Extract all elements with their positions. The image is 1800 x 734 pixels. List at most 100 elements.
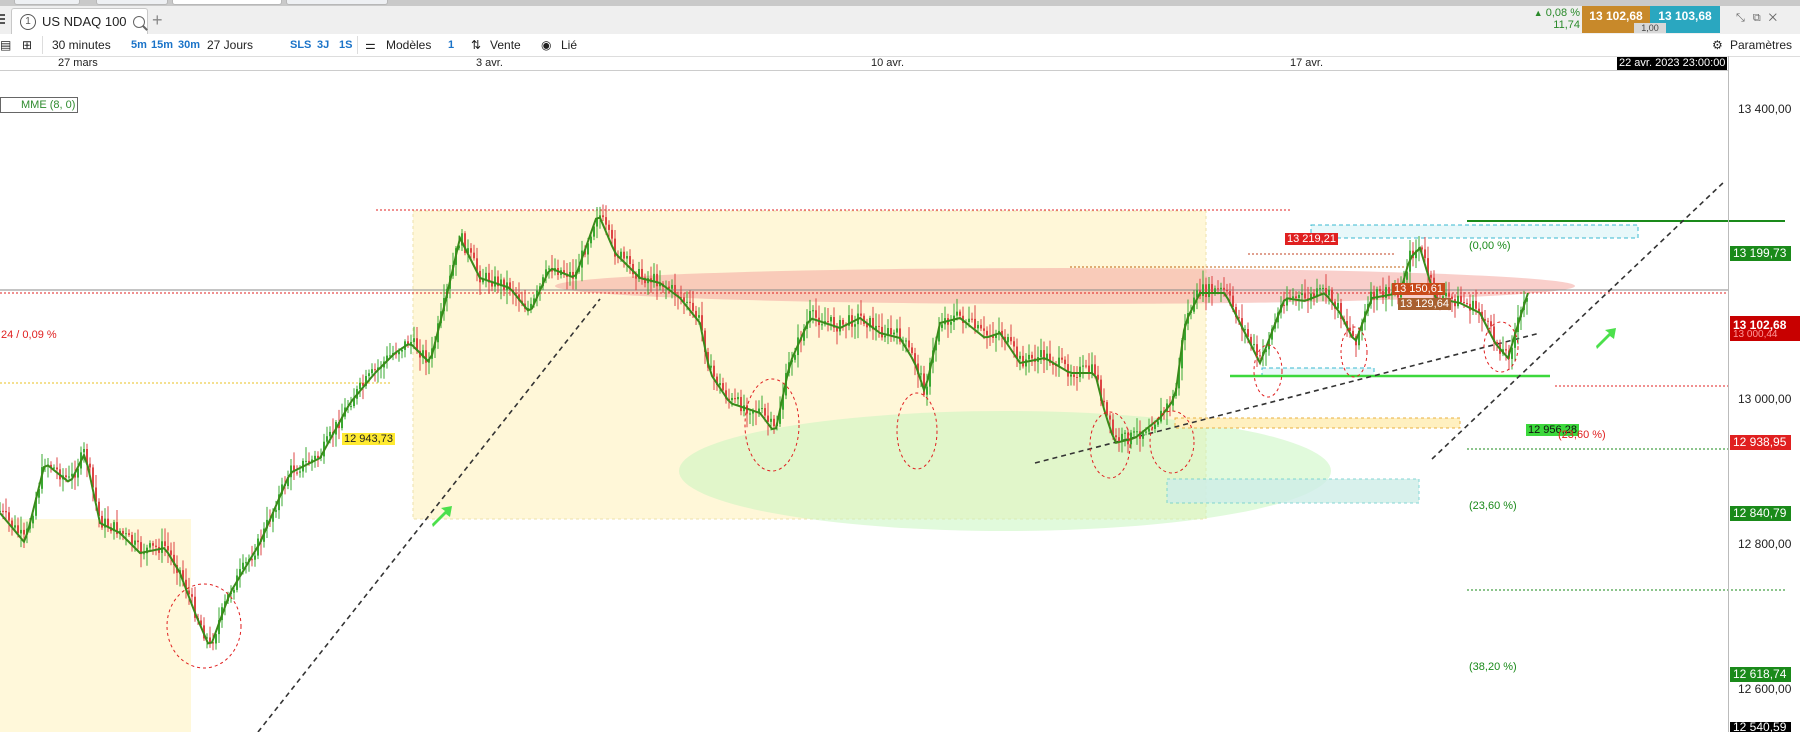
linked-button[interactable]: Lié <box>561 38 577 52</box>
candle-body <box>1451 296 1453 300</box>
price-chart[interactable] <box>0 71 1800 732</box>
browser-tab[interactable] <box>96 0 168 5</box>
candle-body <box>968 318 970 323</box>
minimize-icon[interactable]: ⤡ <box>1736 12 1753 24</box>
candle-body <box>671 284 673 289</box>
candle-body <box>770 418 772 422</box>
models-icon[interactable]: ⚌ <box>365 38 376 52</box>
candle-body <box>641 268 643 278</box>
candle-body <box>1457 295 1459 307</box>
indicator-legend[interactable]: MME (8, 0) <box>0 97 79 113</box>
candle-body <box>1079 366 1081 378</box>
time-axis: 27 mars 3 avr. 10 avr. 17 avr. 22 avr. 2… <box>0 57 1728 71</box>
sell-button[interactable]: Vente <box>490 38 521 52</box>
search-icon[interactable] <box>132 15 145 28</box>
list-icon[interactable]: ▤ <box>0 38 11 52</box>
browser-tab[interactable] <box>14 0 80 5</box>
candle-body <box>1145 431 1147 433</box>
candle-body <box>908 340 910 348</box>
candle-body <box>8 512 10 521</box>
period-3j[interactable]: 3J <box>317 38 329 52</box>
browser-tab[interactable] <box>172 0 282 5</box>
candle-body <box>485 272 487 280</box>
candle-body <box>68 476 70 478</box>
add-tab-button[interactable]: + <box>152 10 163 31</box>
candle-body <box>1205 284 1207 298</box>
browser-tab[interactable] <box>286 0 388 5</box>
candle-body <box>1253 344 1255 346</box>
price-level-label: 12 938,95 <box>1730 435 1791 450</box>
period-sls[interactable]: SLS <box>290 38 311 52</box>
candle-body <box>839 319 841 332</box>
candle-body <box>326 436 328 442</box>
restore-icon[interactable]: ⧉ <box>1753 12 1769 24</box>
candle-body <box>722 383 724 391</box>
candle-body <box>842 319 844 325</box>
candle-body <box>1082 365 1084 367</box>
candle-body <box>815 310 817 318</box>
change-indicator: ▲ 0,08 % 11,74 <box>1524 7 1580 33</box>
candle-body <box>1070 374 1072 377</box>
candle-body <box>698 315 700 318</box>
interval-30m[interactable]: 30m <box>178 38 200 52</box>
count-badge[interactable]: 1 <box>448 38 454 52</box>
candle-body <box>233 589 235 593</box>
layout-icon[interactable]: ⊞ <box>22 38 32 52</box>
candle-body <box>1007 337 1009 343</box>
sell-icon[interactable]: ⇅ <box>471 38 481 52</box>
close-icon[interactable]: ✕ <box>1769 12 1785 24</box>
info-icon[interactable]: 1 <box>20 13 36 30</box>
candle-body <box>1208 284 1210 298</box>
interval-select[interactable]: 30 minutes <box>52 38 111 52</box>
models-button[interactable]: Modèles <box>386 38 431 52</box>
candle-body <box>956 311 958 316</box>
candle-body <box>548 268 550 270</box>
current-price-sub: 13 000,44 <box>1733 329 1778 340</box>
symbol-tab[interactable]: 1 US NDAQ 100 <box>11 8 148 34</box>
candle-body <box>605 217 607 225</box>
candle-body <box>1220 287 1222 290</box>
candle-body <box>821 324 823 326</box>
price-level-label: 13 199,73 <box>1730 246 1791 261</box>
menu-icon[interactable] <box>0 14 5 26</box>
price-level-label-bottom: 12 540,59 <box>1730 721 1791 733</box>
eye-icon[interactable]: ◉ <box>541 38 551 52</box>
candle-body <box>1505 349 1507 351</box>
gear-icon[interactable]: ⚙ <box>1712 38 1723 52</box>
candle-body <box>470 248 472 253</box>
chart-toolbar: ▤ ⊞ 30 minutes 5m 15m 30m 27 Jours SLS 3… <box>0 34 1800 57</box>
candle-body <box>761 408 763 410</box>
candle-body <box>656 273 658 287</box>
candle-body <box>986 330 988 336</box>
separator <box>357 36 358 54</box>
candle-body <box>152 543 154 546</box>
trendline-3 <box>1431 180 1726 460</box>
interval-5m[interactable]: 5m <box>131 38 147 52</box>
candle-body <box>1448 292 1450 297</box>
candle-body <box>1091 364 1093 373</box>
candle-body <box>14 525 16 528</box>
candle-body <box>977 324 979 329</box>
candle-body <box>1076 376 1078 378</box>
candle-body <box>1040 350 1042 358</box>
candle-body <box>350 406 352 408</box>
candle-body <box>371 369 373 374</box>
spread-badge: 1,00 <box>1634 23 1666 33</box>
settings-button[interactable]: Paramètres <box>1730 38 1792 52</box>
label-fib-23: (23,60 %) <box>1469 500 1517 512</box>
candle-body <box>626 256 628 259</box>
period-1s[interactable]: 1S <box>339 38 352 52</box>
label-13129: 13 129,64 <box>1398 298 1451 310</box>
candle-body <box>275 510 277 512</box>
symbol-name: US NDAQ 100 <box>42 14 127 29</box>
candle-body <box>734 397 736 400</box>
candle-body <box>773 418 775 427</box>
period-select[interactable]: 27 Jours <box>207 38 253 52</box>
interval-15m[interactable]: 15m <box>151 38 173 52</box>
candle-body <box>608 224 610 230</box>
candle-body <box>143 553 145 555</box>
candle-body <box>971 318 973 320</box>
candle-body <box>1301 293 1303 296</box>
candle-body <box>191 594 193 597</box>
candle-body <box>1154 424 1156 429</box>
